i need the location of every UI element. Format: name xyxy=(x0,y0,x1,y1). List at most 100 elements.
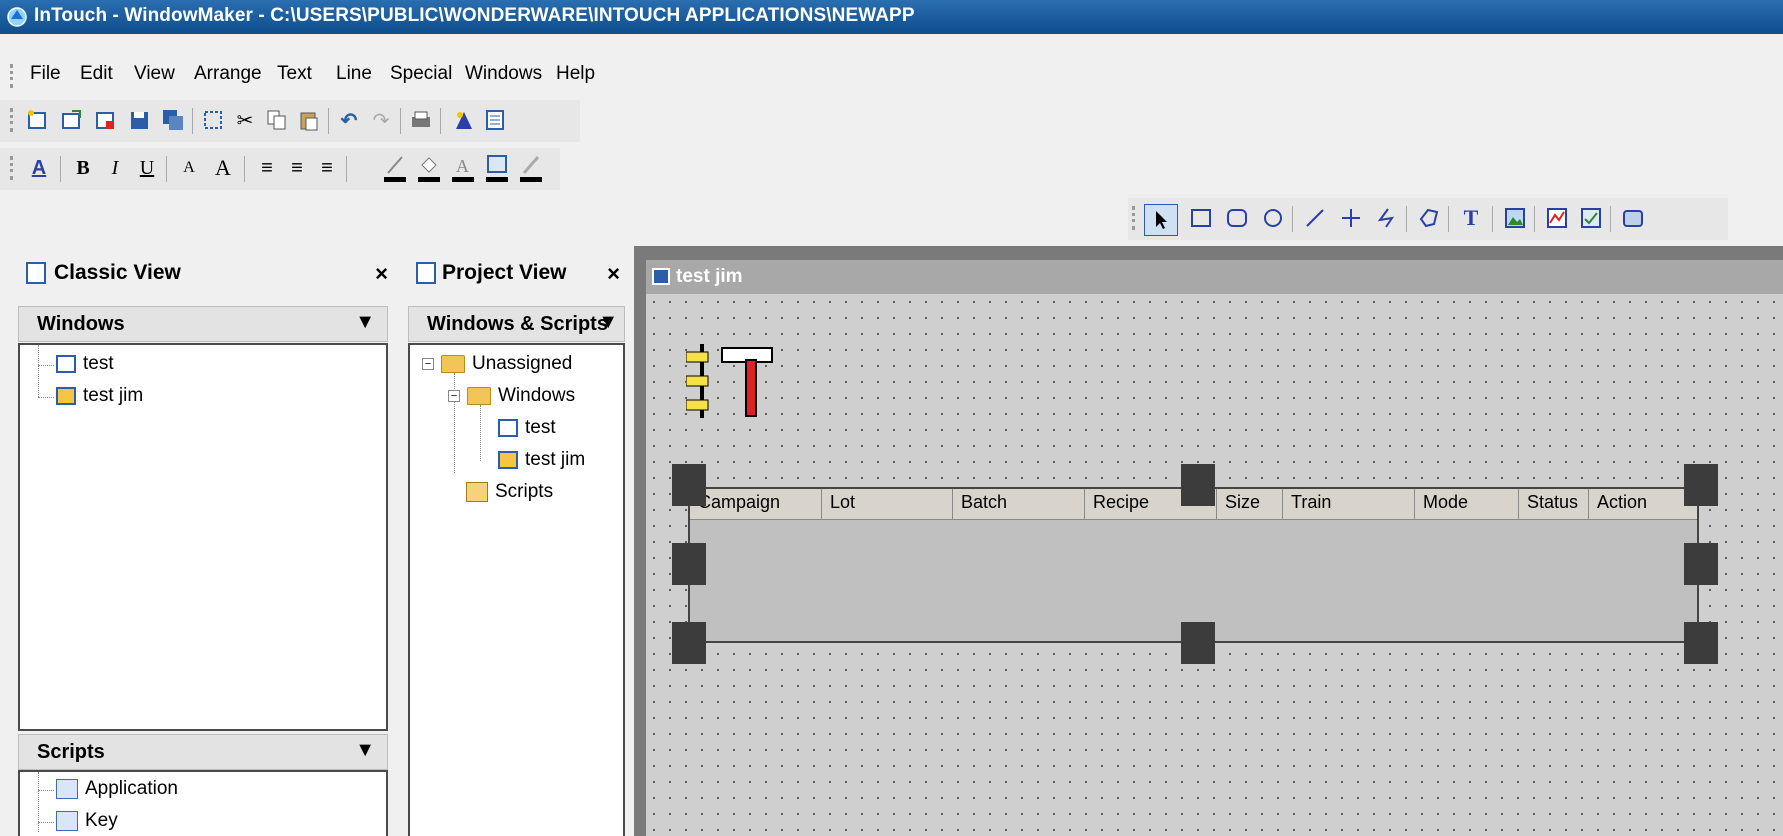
scripts-section-header[interactable]: Scripts ▼ xyxy=(18,734,388,770)
scripts-section-label: Scripts xyxy=(37,741,105,763)
tree-connector xyxy=(38,772,39,832)
wizard-tool-icon[interactable] xyxy=(1578,205,1604,231)
fill-color-icon[interactable] xyxy=(416,155,442,182)
chevron-down-icon[interactable]: ▼ xyxy=(355,739,375,762)
ellipse-tool-icon[interactable] xyxy=(1260,205,1286,231)
tree-item-key[interactable]: Key xyxy=(56,810,118,832)
toolbar-separator xyxy=(192,108,193,134)
resize-handle-bottom-left[interactable] xyxy=(672,622,706,664)
toolbar-separator xyxy=(1292,206,1293,232)
toolbar-grip xyxy=(10,156,16,180)
toolbar-separator xyxy=(1534,206,1535,232)
collapse-icon[interactable]: − xyxy=(448,390,460,402)
trend-tool-icon[interactable] xyxy=(1544,205,1570,231)
tree-node-scripts[interactable]: Scripts xyxy=(466,481,553,503)
collapse-icon[interactable]: − xyxy=(422,358,434,370)
canvas-window-titlebar[interactable]: test jim xyxy=(646,260,1783,294)
tree-item-application[interactable]: Application xyxy=(56,778,178,800)
line-color-icon[interactable] xyxy=(382,155,408,182)
menu-text[interactable]: Text xyxy=(277,63,312,85)
rounded-rectangle-tool-icon[interactable] xyxy=(1224,205,1250,231)
project-view-close-icon[interactable]: × xyxy=(607,261,620,287)
tree-node-test-jim[interactable]: test jim xyxy=(498,449,585,471)
resize-handle-middle-right[interactable] xyxy=(1684,543,1718,585)
chevron-down-icon[interactable]: ▼ xyxy=(598,311,618,334)
select-tool-icon[interactable] xyxy=(1144,204,1178,236)
align-right-button[interactable]: ≡ xyxy=(314,155,340,181)
tree-item-test[interactable]: test xyxy=(56,353,114,375)
reduce-font-button[interactable]: A xyxy=(176,155,202,181)
script-icon[interactable] xyxy=(482,107,508,133)
project-view-header: Project View × xyxy=(404,252,630,296)
tree-node-unassigned[interactable]: − Unassigned xyxy=(422,353,572,375)
windows-section-label: Windows xyxy=(37,313,125,335)
save-icon[interactable] xyxy=(126,107,152,133)
window-icon xyxy=(652,268,670,285)
rectangle-tool-icon[interactable] xyxy=(1188,205,1214,231)
resize-handle-top-center[interactable] xyxy=(1181,464,1215,506)
text-tool-icon[interactable]: T xyxy=(1458,205,1484,231)
standard-toolbar: ✂ ↶ ↷ xyxy=(0,100,580,142)
open-window-icon[interactable] xyxy=(58,107,84,133)
paste-icon[interactable] xyxy=(296,107,322,133)
classic-view-close-icon[interactable]: × xyxy=(375,261,388,287)
button-tool-icon[interactable] xyxy=(1620,205,1646,231)
close-window-icon[interactable] xyxy=(92,107,118,133)
pen-color-icon[interactable] xyxy=(518,155,544,182)
tree-node-windows[interactable]: − Windows xyxy=(448,385,575,407)
new-window-icon[interactable] xyxy=(24,107,50,133)
cut-icon[interactable]: ✂ xyxy=(232,107,258,133)
print-icon[interactable] xyxy=(408,107,434,133)
resize-handle-middle-left[interactable] xyxy=(672,543,706,585)
scripts-folder-icon xyxy=(466,482,488,502)
italic-button[interactable]: I xyxy=(102,155,128,181)
menu-special[interactable]: Special xyxy=(390,63,452,85)
text-color-icon[interactable]: A xyxy=(450,155,476,182)
bitmap-tool-icon[interactable] xyxy=(1502,205,1528,231)
underline-button[interactable]: U xyxy=(134,155,160,181)
tree-node-label: Windows xyxy=(498,385,576,406)
resize-handle-top-left[interactable] xyxy=(672,464,706,506)
bold-button[interactable]: B xyxy=(70,155,96,181)
menu-help[interactable]: Help xyxy=(556,63,595,85)
menu-arrange[interactable]: Arrange xyxy=(194,63,262,85)
classic-view-title: Classic View xyxy=(54,261,181,284)
polygon-tool-icon[interactable] xyxy=(1416,205,1442,231)
tree-node-label: test xyxy=(525,417,556,438)
windows-scripts-section-header[interactable]: Windows & Scripts ▼ xyxy=(408,306,625,342)
tree-connector xyxy=(38,365,54,366)
menu-edit[interactable]: Edit xyxy=(80,63,113,85)
folder-open-icon xyxy=(467,387,491,405)
font-icon[interactable]: A xyxy=(26,155,52,181)
redo-icon[interactable]: ↷ xyxy=(368,107,394,133)
resize-handle-bottom-right[interactable] xyxy=(1684,622,1718,664)
line-tool-icon[interactable] xyxy=(1302,205,1328,231)
menu-windows[interactable]: Windows xyxy=(465,63,542,85)
enlarge-font-button[interactable]: A xyxy=(210,155,236,181)
resize-handle-bottom-center[interactable] xyxy=(1181,622,1215,664)
tree-item-label: Key xyxy=(85,810,118,831)
tree-item-label: test jim xyxy=(83,385,144,406)
undo-icon[interactable]: ↶ xyxy=(336,107,362,133)
tree-item-test-jim[interactable]: test jim xyxy=(56,385,143,407)
toolbar-separator xyxy=(1610,206,1611,232)
menu-file[interactable]: File xyxy=(30,63,61,85)
polyline-tool-icon[interactable] xyxy=(1374,205,1400,231)
tree-node-test[interactable]: test xyxy=(498,417,556,439)
chevron-down-icon[interactable]: ▼ xyxy=(355,311,375,334)
menu-view[interactable]: View xyxy=(134,63,175,85)
window-color-icon[interactable] xyxy=(484,155,510,182)
menu-line[interactable]: Line xyxy=(336,63,372,85)
wizard-icon[interactable] xyxy=(450,107,476,133)
window-icon xyxy=(498,419,518,437)
copy-icon[interactable] xyxy=(264,107,290,133)
hv-line-tool-icon[interactable] xyxy=(1338,205,1364,231)
align-center-button[interactable]: ≡ xyxy=(284,155,310,181)
select-all-icon[interactable] xyxy=(200,107,226,133)
align-left-button[interactable]: ≡ xyxy=(254,155,280,181)
menu-grip xyxy=(10,64,16,88)
wizard-tools-icon[interactable] xyxy=(686,342,786,426)
save-all-icon[interactable] xyxy=(160,107,186,133)
windows-section-header[interactable]: Windows ▼ xyxy=(18,306,388,342)
resize-handle-top-right[interactable] xyxy=(1684,464,1718,506)
